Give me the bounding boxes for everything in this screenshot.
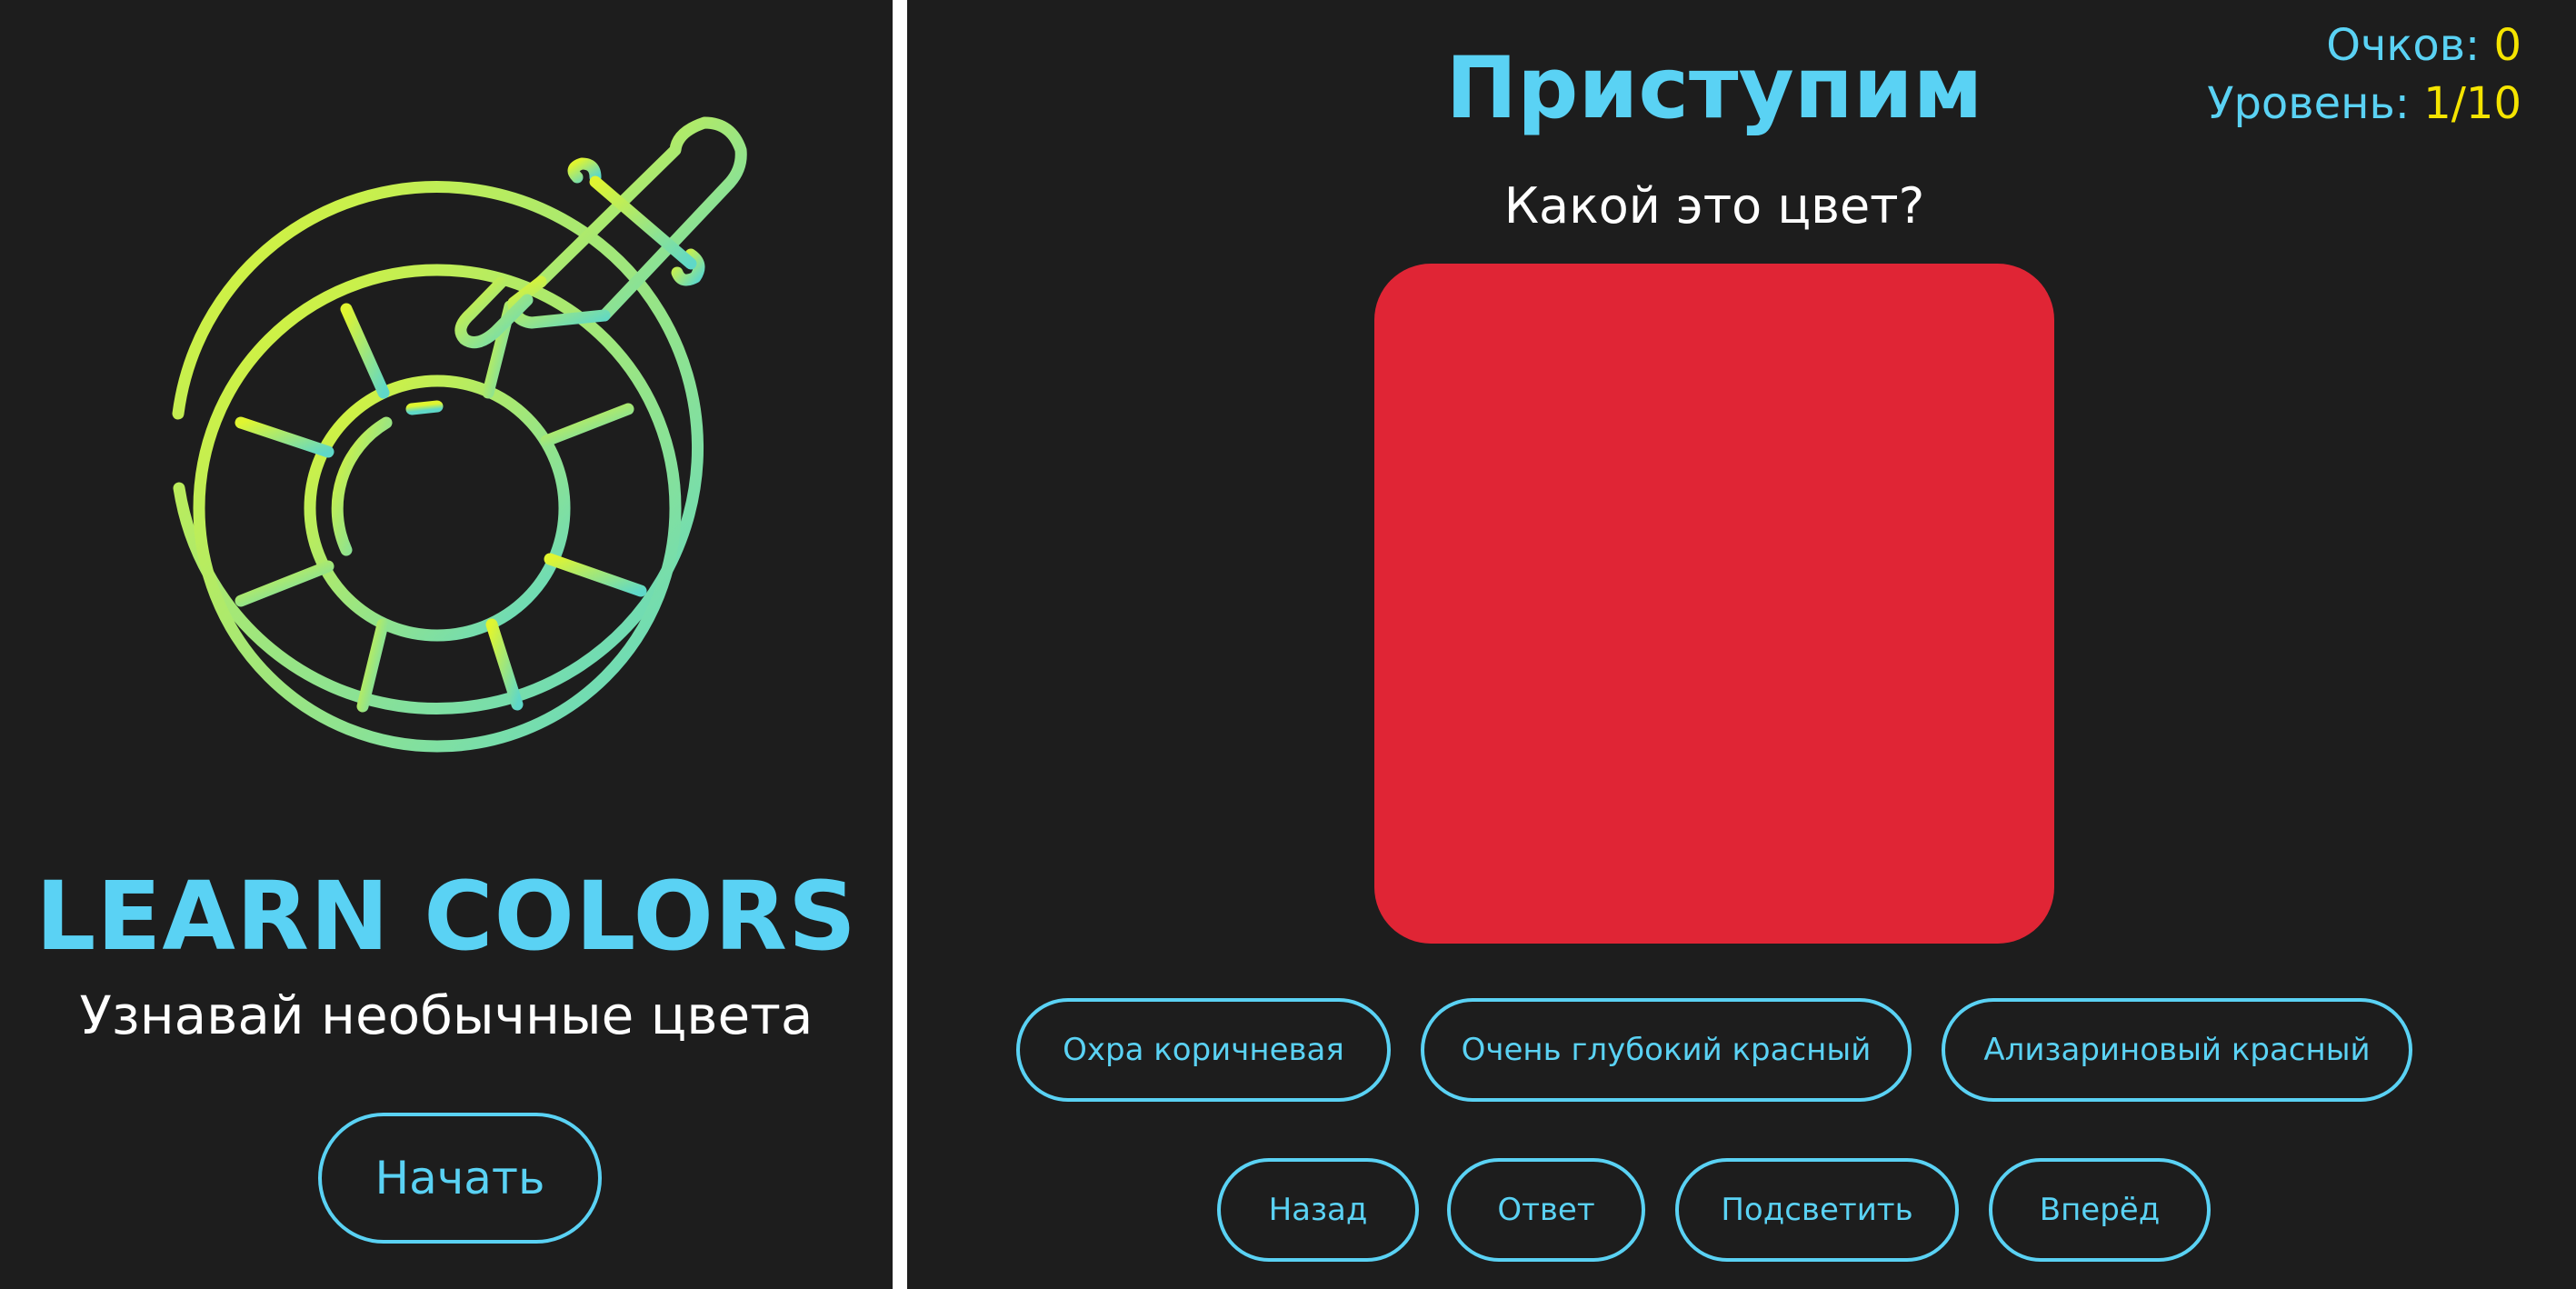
question-text: Какой это цвет? [1503,177,1925,235]
app-subtitle: Узнавай необычные цвета [79,984,814,1046]
answer-option-1[interactable]: Охра коричневая [1016,998,1391,1102]
score-value: 0 [2493,20,2521,71]
start-button[interactable]: Начать [318,1113,602,1244]
answer-option-2[interactable]: Очень глубокий красный [1421,998,1912,1102]
show-answer-button[interactable]: Ответ [1447,1158,1645,1262]
color-wheel-eyedropper-icon [172,116,747,753]
game-panel: Приступим Очков: 0 Уровень: 1/10 Какой э… [907,0,2576,1289]
panel-divider [893,0,907,1289]
level-value: 1/10 [2423,78,2521,129]
score-label: Очков: [2326,20,2481,71]
score-board: Очков: 0 Уровень: 1/10 [2207,16,2521,133]
level-line: Уровень: 1/10 [2207,75,2521,133]
level-label: Уровень: [2207,78,2410,129]
forward-button[interactable]: Вперёд [1989,1158,2211,1262]
app-title: LEARN COLORS [35,861,857,972]
color-swatch [1374,264,2054,944]
highlight-button[interactable]: Подсветить [1675,1158,1959,1262]
score-line: Очков: 0 [2207,16,2521,75]
welcome-panel: LEARN COLORS Узнавай необычные цвета Нач… [0,0,893,1289]
back-button[interactable]: Назад [1217,1158,1419,1262]
answer-option-3[interactable]: Ализариновый красный [1942,998,2412,1102]
